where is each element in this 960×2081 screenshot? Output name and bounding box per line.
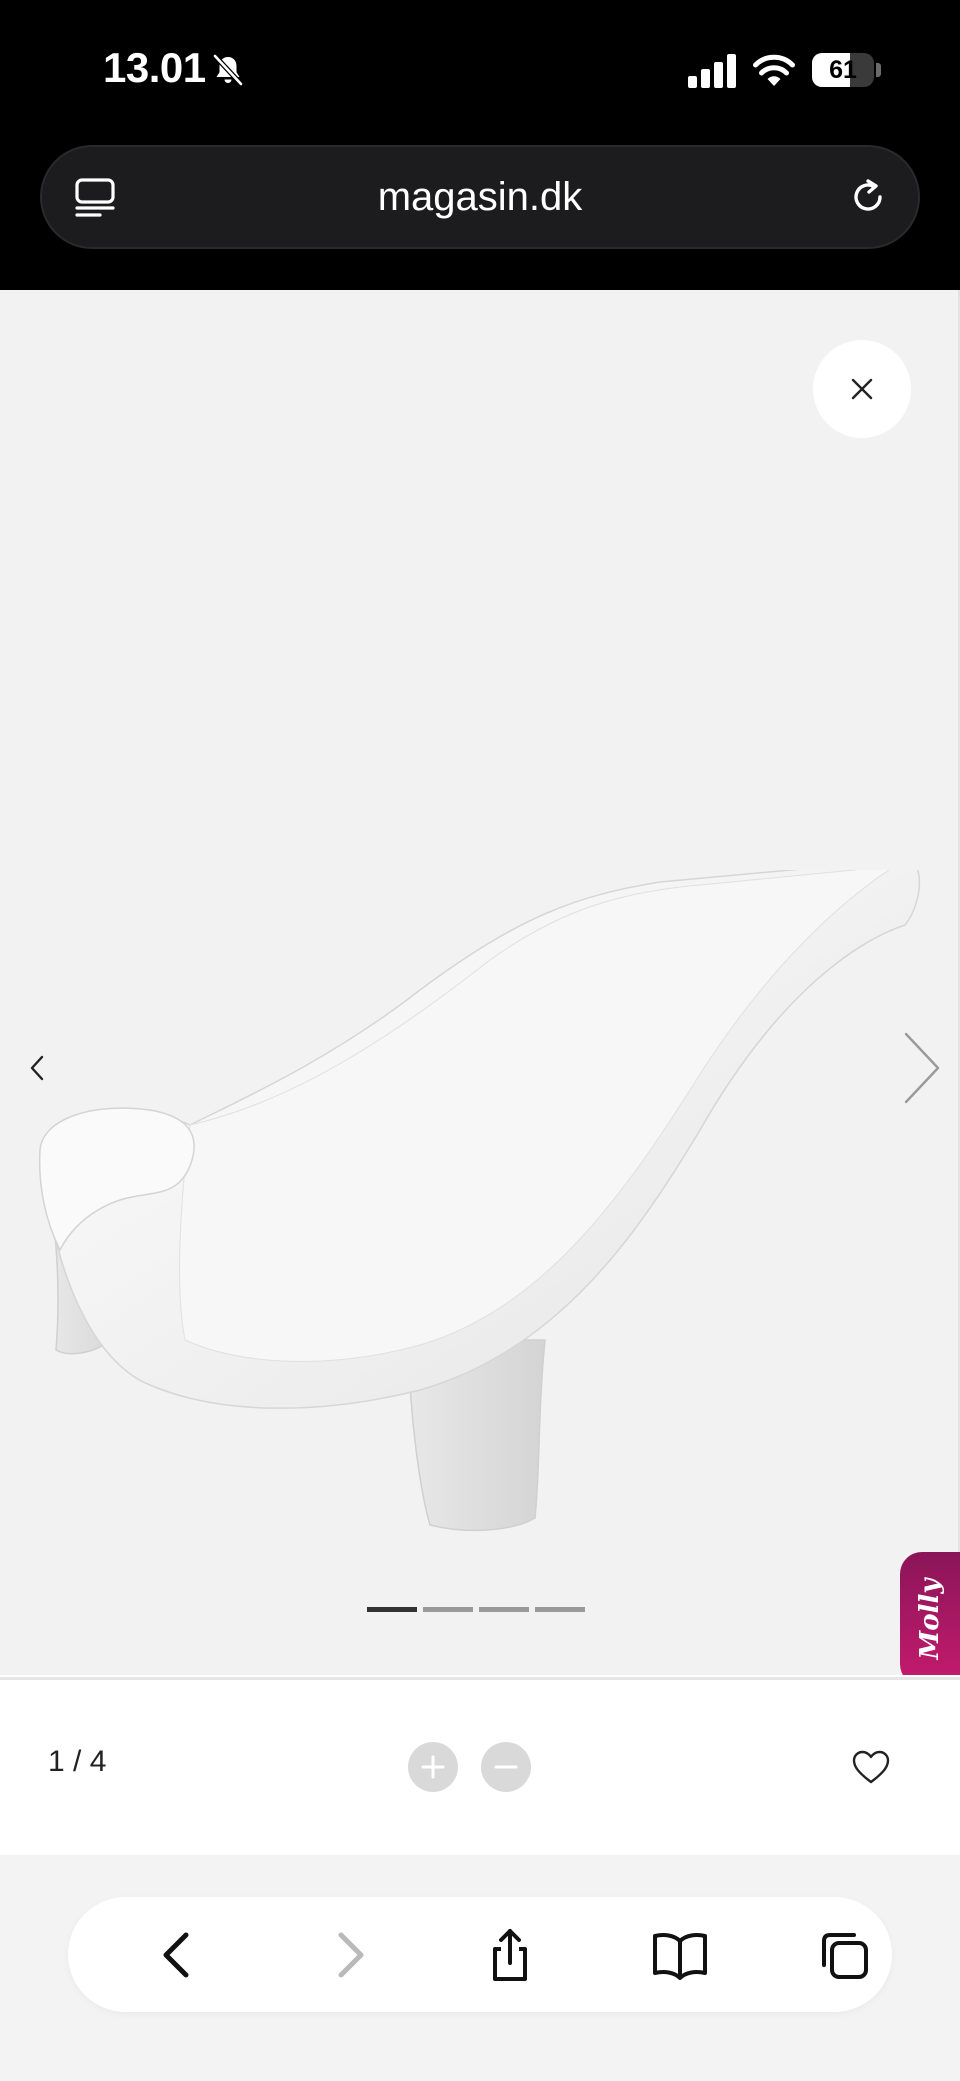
back-button[interactable] <box>143 1919 215 1991</box>
browser-chrome: 13.01 61 magasin.dk <box>0 0 960 290</box>
url-domain[interactable]: magasin.dk <box>42 147 918 247</box>
back-icon <box>163 1932 189 1978</box>
battery-tip <box>876 63 881 77</box>
close-icon <box>851 378 873 400</box>
bookmarks-button[interactable] <box>642 1919 714 1991</box>
url-bar[interactable]: magasin.dk <box>40 145 920 249</box>
status-time: 13.01 <box>103 44 206 91</box>
forward-icon <box>338 1932 364 1978</box>
tabs-button[interactable] <box>808 1919 880 1991</box>
battery-level: 61 <box>829 56 857 84</box>
signal-icon <box>688 54 736 88</box>
tabs-icon <box>822 1933 868 1979</box>
slide-dot[interactable] <box>535 1607 585 1612</box>
slide-dot[interactable] <box>367 1607 417 1612</box>
wifi-icon <box>753 54 795 86</box>
slide-indicators <box>367 1607 585 1613</box>
share-icon <box>493 1929 527 1981</box>
molly-chat-tab[interactable]: Molly <box>900 1552 960 1686</box>
reload-icon[interactable] <box>846 175 890 219</box>
product-image <box>38 870 921 1532</box>
share-button[interactable] <box>474 1919 546 1991</box>
product-gallery[interactable] <box>0 290 960 1675</box>
forward-button[interactable] <box>312 1919 384 1991</box>
slide-dot[interactable] <box>479 1607 529 1612</box>
zoom-out-button[interactable] <box>481 1742 531 1792</box>
slide-counter: 1 / 4 <box>48 1745 107 1778</box>
browser-toolbar <box>68 1897 892 2012</box>
battery-icon: 61 <box>812 53 874 87</box>
molly-label: Molly <box>915 1578 945 1660</box>
zoom-in-button[interactable] <box>408 1742 458 1792</box>
zoom-in-icon <box>421 1755 445 1779</box>
bookmarks-icon <box>653 1933 707 1980</box>
divider <box>0 1677 960 1680</box>
close-button[interactable] <box>813 340 911 438</box>
gallery-controls: 1 / 4 <box>0 1675 960 1855</box>
page: 13.01 61 magasin.dk Molly 1 / 4 <box>0 0 960 2081</box>
heart-icon[interactable] <box>851 1749 891 1785</box>
zoom-out-icon <box>494 1765 518 1769</box>
slide-dot[interactable] <box>423 1607 473 1612</box>
bell-slash-icon <box>213 54 243 86</box>
